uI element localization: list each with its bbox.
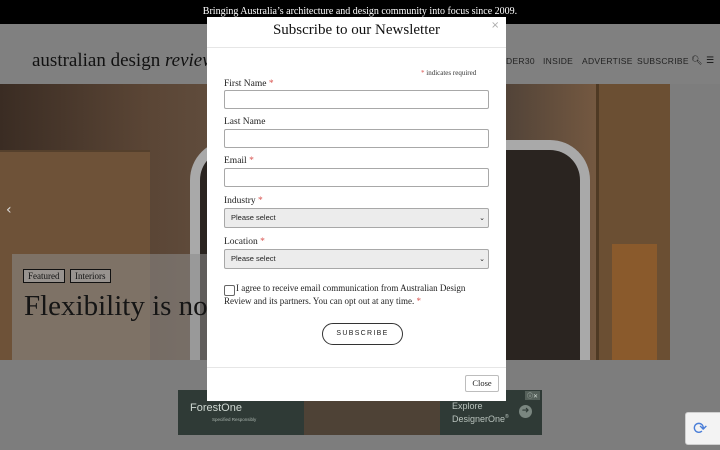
- consent-label: I agree to receive email communication f…: [224, 283, 466, 306]
- tag-featured[interactable]: Featured: [23, 269, 65, 283]
- hero-image-panel-accent: [612, 244, 657, 360]
- industry-select-value: Please select: [231, 213, 276, 222]
- modal-footer-divider: [207, 367, 506, 368]
- required-asterisk: *: [260, 237, 265, 247]
- last-name-field[interactable]: [224, 129, 489, 148]
- hamburger-menu-icon[interactable]: ☰: [706, 56, 714, 66]
- ad-brand-tagline: Specified Responsibly: [212, 417, 257, 422]
- search-icon[interactable]: 🔍︎: [691, 56, 702, 66]
- ad-cta: Explore DesignerOne®: [452, 401, 509, 425]
- required-asterisk: *: [249, 156, 254, 166]
- first-name-field[interactable]: [224, 90, 489, 109]
- required-asterisk: *: [421, 69, 425, 77]
- hero-title[interactable]: Flexibility is no: [24, 290, 208, 323]
- close-button[interactable]: Close: [465, 375, 499, 392]
- industry-label: Industry *: [224, 196, 263, 206]
- modal-header-divider: [207, 47, 506, 48]
- hero-right-gutter: [670, 84, 720, 360]
- nav-item-inside[interactable]: INSIDE: [543, 56, 573, 66]
- location-select-value: Please select: [231, 254, 276, 263]
- first-name-label: First Name *: [224, 79, 274, 89]
- chevron-down-icon: ⌄: [479, 214, 485, 222]
- required-asterisk: *: [416, 296, 421, 306]
- required-asterisk: *: [268, 79, 274, 89]
- ad-brand: ForestOne: [190, 402, 242, 414]
- required-note-text: indicates required: [426, 69, 477, 77]
- ad-cta-sup: ®: [505, 414, 509, 420]
- location-select[interactable]: Please select ⌄: [224, 249, 489, 269]
- arrow-right-icon: ➜: [519, 405, 532, 418]
- nav-item-der30[interactable]: DER30: [506, 56, 535, 66]
- location-label-text: Location: [224, 237, 258, 247]
- logo-main-text: australian design: [32, 50, 165, 71]
- consent-checkbox[interactable]: [224, 285, 235, 296]
- subscribe-button[interactable]: SUBSCRIBE: [322, 323, 403, 345]
- nav-item-advertise[interactable]: ADVERTISE: [582, 56, 633, 66]
- last-name-label: Last Name: [224, 117, 266, 127]
- site-logo[interactable]: australian design review: [32, 50, 215, 72]
- close-icon[interactable]: ×: [491, 20, 499, 31]
- modal-title: Subscribe to our Newsletter: [272, 22, 441, 38]
- newsletter-modal: Subscribe to our Newsletter × * indicate…: [207, 17, 506, 401]
- tag-interiors[interactable]: Interiors: [70, 269, 111, 283]
- first-name-label-text: First Name: [224, 79, 267, 89]
- email-label: Email *: [224, 156, 254, 166]
- email-label-text: Email: [224, 156, 247, 166]
- required-asterisk: *: [258, 196, 263, 206]
- nav-item-subscribe[interactable]: SUBSCRIBE: [637, 56, 689, 66]
- recaptcha-badge: ⟳: [685, 412, 720, 445]
- consent-text: I agree to receive email communication f…: [224, 282, 490, 308]
- industry-label-text: Industry: [224, 196, 256, 206]
- chevron-left-icon[interactable]: ‹: [6, 202, 12, 218]
- chevron-down-icon: ⌄: [479, 255, 485, 263]
- location-label: Location *: [224, 237, 265, 247]
- ad-cta-line2: DesignerOne: [452, 414, 506, 424]
- ad-choices-badge[interactable]: ⓘ✕: [524, 391, 540, 400]
- required-note: * indicates required: [421, 69, 476, 77]
- recaptcha-icon: ⟳: [693, 419, 708, 439]
- announcement-text: Bringing Australia’s architecture and de…: [202, 6, 518, 17]
- industry-select[interactable]: Please select ⌄: [224, 208, 489, 228]
- email-field[interactable]: [224, 168, 489, 187]
- ad-cta-line1: Explore: [452, 401, 483, 411]
